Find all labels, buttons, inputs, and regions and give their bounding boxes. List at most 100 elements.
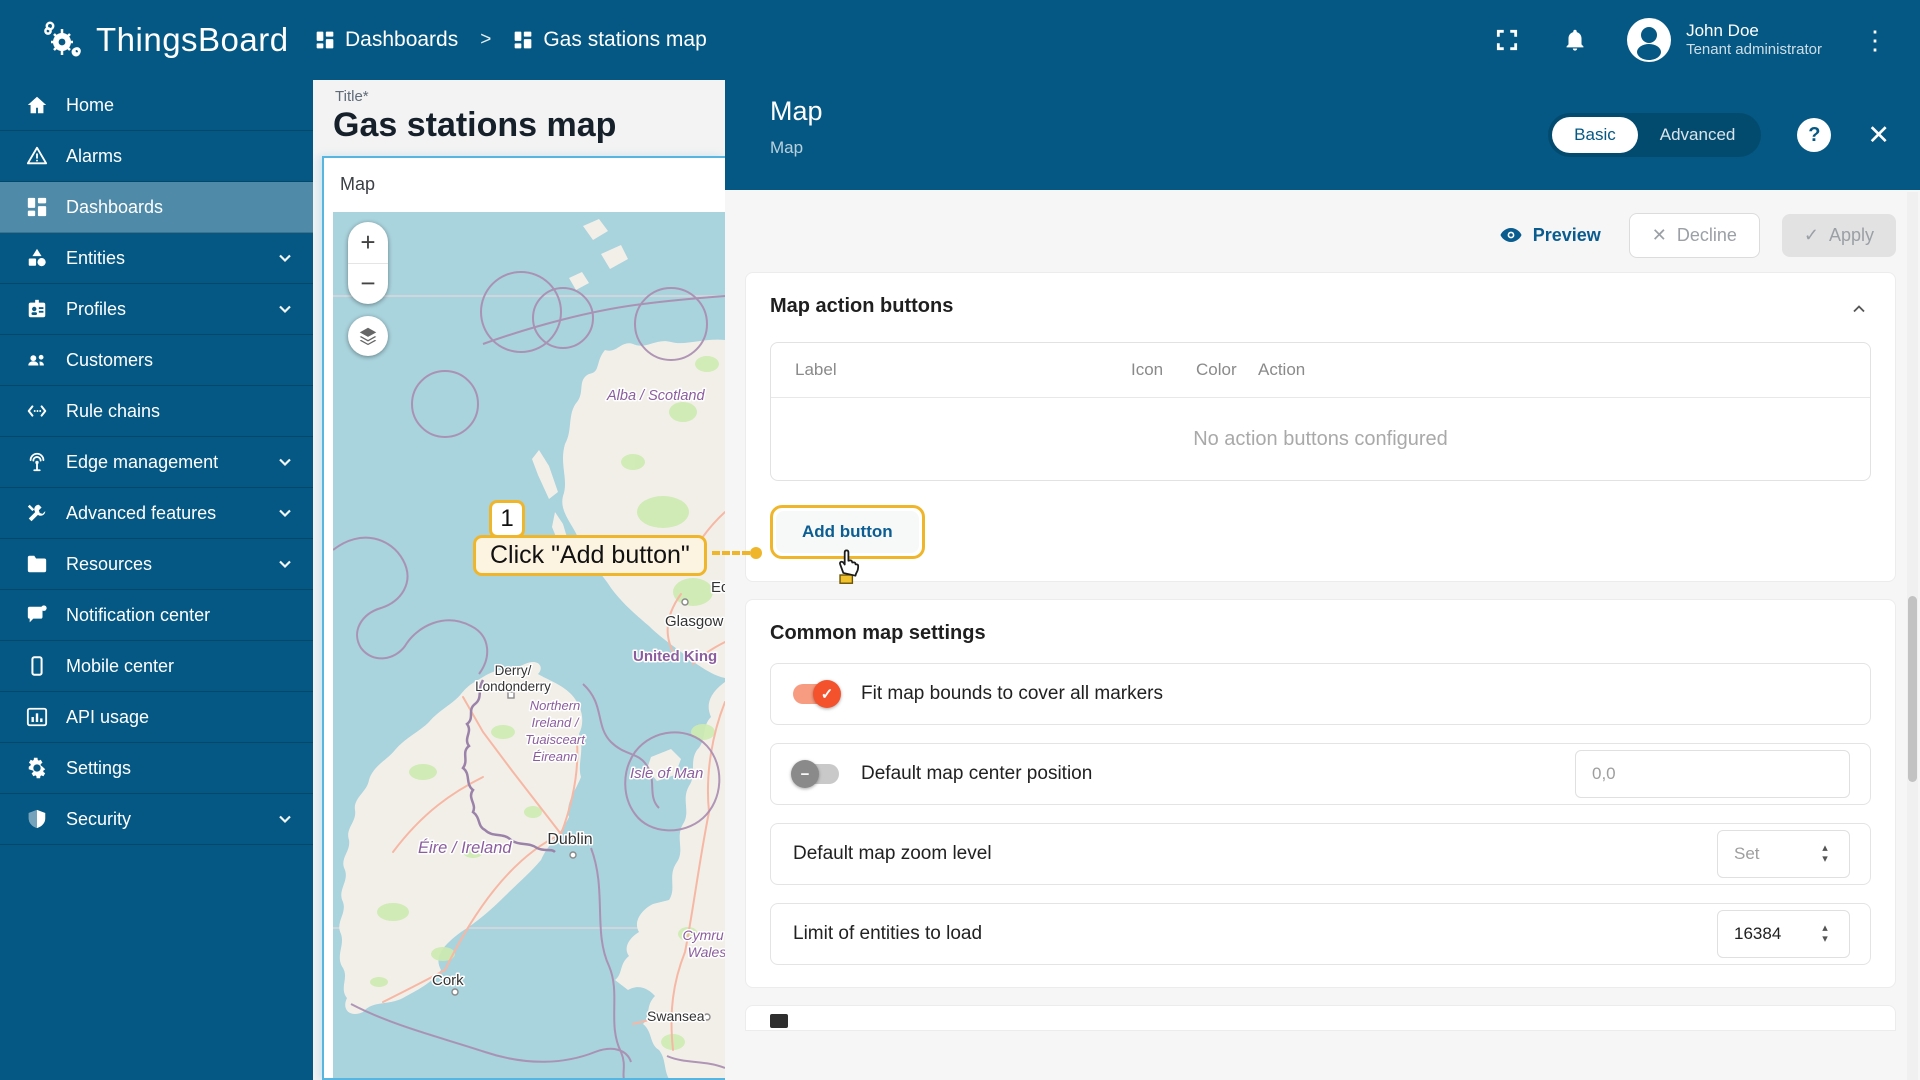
stepper-down-icon[interactable]: ▾ (1822, 854, 1828, 865)
preview-button[interactable]: Preview (1499, 223, 1601, 247)
sidebar-item-edge-management[interactable]: Edge management (0, 437, 313, 488)
breadcrumb-label: Dashboards (345, 28, 459, 51)
entities-limit-stepper[interactable]: ▴ ▾ (1810, 923, 1840, 945)
default-zoom-input[interactable] (1718, 844, 1810, 864)
chevron-down-icon (279, 254, 291, 263)
drawer-title: Map (770, 96, 823, 126)
sidebar-item-resources[interactable]: Resources (0, 539, 313, 590)
drawer-scrollbar[interactable] (1907, 192, 1918, 1080)
help-button[interactable]: ? (1797, 118, 1832, 152)
avatar (1627, 18, 1672, 62)
dashboard-icon (316, 31, 334, 49)
breadcrumb-dashboards[interactable]: Dashboards (315, 28, 458, 52)
shield-icon (28, 809, 46, 829)
widget-title-field-label: Title* (335, 88, 369, 105)
fit-bounds-toggle[interactable]: ✓ (793, 680, 841, 708)
section-heading: Map action buttons (770, 295, 954, 317)
clipped-heading-fragment (770, 1014, 788, 1028)
api-usage-icon (26, 707, 48, 727)
sidebar-item-advanced-features[interactable]: Advanced features (0, 488, 313, 539)
sidebar-item-rule-chains[interactable]: Rule chains (0, 386, 313, 437)
bell-icon (1566, 29, 1584, 51)
default-zoom-stepper[interactable]: ▴ ▾ (1810, 843, 1840, 865)
map-label-scotland: Alba / Scotland (606, 388, 705, 404)
close-drawer-button[interactable]: ✕ (1867, 121, 1890, 149)
action-buttons-table: Label Icon Color Action No action button… (770, 342, 1871, 481)
map-label-united-kingdom: United King (633, 648, 717, 665)
collapse-section-button[interactable] (1849, 299, 1869, 324)
default-zoom-field: ▴ ▾ (1717, 830, 1850, 878)
chevron-down-icon (279, 305, 291, 314)
apply-button[interactable]: ✓ Apply (1781, 213, 1896, 257)
map-label-wales-1: Cymru / (683, 927, 726, 943)
notifications-button[interactable] (1558, 23, 1592, 57)
entities-limit-field: ▴ ▾ (1717, 910, 1850, 958)
sidebar-item-entities[interactable]: Entities (0, 233, 313, 284)
fullscreen-button[interactable] (1490, 23, 1524, 57)
default-center-input[interactable] (1576, 764, 1849, 784)
thingsboard-logo[interactable]: ThingsBoard (0, 18, 315, 62)
widget-title-input[interactable]: Gas stations map (333, 106, 723, 145)
column-header-icon: Icon (1131, 360, 1164, 379)
dashboard-icon (515, 31, 532, 49)
sidebar-item-security[interactable]: Security (0, 794, 313, 845)
user-role: Tenant administrator (1686, 41, 1822, 59)
decline-button[interactable]: ✕ Decline (1628, 212, 1760, 258)
entities-icon (28, 248, 46, 267)
next-section-clipped (745, 1005, 1896, 1031)
mode-advanced-button[interactable]: Advanced (1638, 117, 1758, 153)
map-layers-button[interactable] (348, 316, 388, 356)
sidebar-item-dashboards[interactable]: Dashboards (0, 182, 313, 233)
sidebar-item-api-usage[interactable]: API usage (0, 692, 313, 743)
tools-icon (27, 504, 46, 522)
map-action-buttons-section: Map action buttons Label Icon Color Acti… (745, 272, 1896, 584)
user-menu[interactable]: John Doe Tenant administrator (1626, 17, 1822, 63)
alarm-icon (26, 146, 48, 165)
breadcrumb-current-dashboard[interactable]: Gas stations map (513, 28, 707, 52)
map-label-swansea: Swansea (647, 1008, 705, 1024)
breadcrumb-label: Gas stations map (543, 28, 707, 51)
widget-preview-card: Map + − Alba / Scotland E Glasgow United… (322, 156, 725, 1080)
sidebar-item-profiles[interactable]: Profiles (0, 284, 313, 335)
widget-header-title: Map (340, 173, 376, 194)
sidebar-item-alarms[interactable]: Alarms (0, 131, 313, 182)
toggle-check-icon: ✓ (813, 680, 841, 708)
dashboard-icon (27, 197, 47, 217)
sidebar-item-mobile-center[interactable]: Mobile center (0, 641, 313, 692)
notification-center-icon (27, 605, 47, 623)
chevron-down-icon (279, 458, 291, 467)
fullscreen-icon (1497, 29, 1518, 51)
entities-limit-input[interactable] (1718, 924, 1810, 944)
chevron-down-icon (279, 815, 291, 824)
stepper-down-icon[interactable]: ▾ (1822, 934, 1828, 945)
sidebar-item-notification-center[interactable]: Notification center (0, 590, 313, 641)
setting-row-default-center: − Default map center position (770, 743, 1871, 805)
scrollbar-thumb[interactable] (1908, 596, 1917, 782)
annotation-step-number: 1 (489, 500, 525, 538)
app-header: ThingsBoard Dashboards > Gas stations ma… (0, 0, 1920, 80)
mobile-icon (31, 656, 43, 676)
edge-management-icon (29, 452, 45, 472)
chevron-down-icon (279, 560, 291, 569)
mode-basic-button[interactable]: Basic (1552, 117, 1638, 153)
app-title: ThingsBoard (96, 21, 289, 58)
zoom-in-button[interactable]: + (348, 222, 388, 264)
map-label-ireland: Éire / Ireland (418, 838, 512, 857)
add-button[interactable]: Add button (770, 505, 925, 584)
setting-row-fit-bounds: ✓ Fit map bounds to cover all markers (770, 663, 1871, 725)
customers-icon (28, 354, 44, 366)
map-label-dublin: Dublin (547, 831, 592, 848)
drawer-subtitle: Map (770, 138, 804, 157)
home-icon (27, 96, 47, 114)
sidebar-item-home[interactable]: Home (0, 80, 313, 131)
eye-icon (1500, 228, 1522, 242)
zoom-out-button[interactable]: − (348, 264, 388, 305)
map-label-isle-of-man: Isle of Man (630, 765, 703, 782)
map-widget[interactable]: + − Alba / Scotland E Glasgow United Kin… (333, 212, 725, 1078)
more-menu-button[interactable]: ⋮ (1856, 23, 1894, 57)
map-label-ni-1: Northern (530, 698, 581, 713)
sidebar-item-customers[interactable]: Customers (0, 335, 313, 386)
sidebar-item-settings[interactable]: Settings (0, 743, 313, 794)
default-center-toggle[interactable]: − (791, 760, 839, 788)
cursor-pointer-icon (839, 549, 860, 584)
